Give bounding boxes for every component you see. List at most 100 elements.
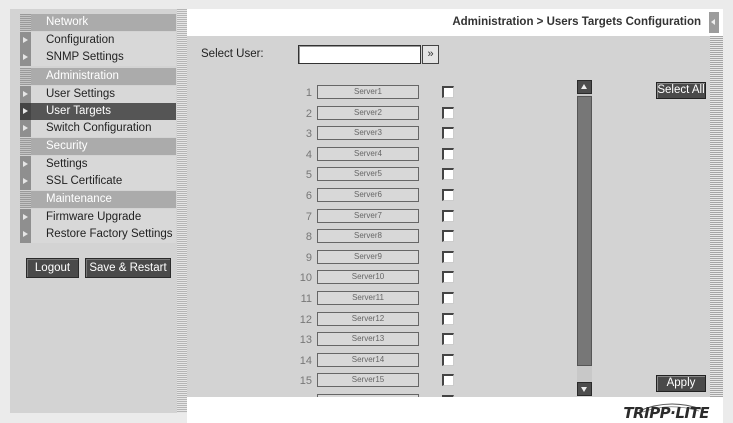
arrow-right-icon bbox=[20, 31, 31, 49]
sidebar-section-title: Network bbox=[46, 16, 89, 28]
arrow-right-icon bbox=[20, 85, 31, 103]
sidebar-item-switch-configuration[interactable]: Switch Configuration bbox=[20, 119, 176, 137]
server-row: 4 Server4 bbox=[187, 146, 487, 166]
server-number: 13 bbox=[299, 334, 312, 347]
sidebar-section-security: Security bbox=[20, 138, 176, 155]
server-row: 3 Server3 bbox=[187, 125, 487, 145]
server-name-field: Server4 bbox=[317, 146, 419, 161]
sidebar-item-restore-factory-settings[interactable]: Restore Factory Settings bbox=[20, 225, 176, 243]
sidebar-item-label: Firmware Upgrade bbox=[46, 210, 142, 223]
server-row: 8 Server8 bbox=[187, 228, 487, 248]
sidebar-item-snmp-settings[interactable]: SNMP Settings bbox=[20, 48, 176, 66]
sidebar: Network Configuration SNMP Settings Adminis… bbox=[10, 9, 187, 413]
sidebar-item-label: Configuration bbox=[46, 33, 115, 46]
main-panel: Select User: » 1 Server1 2 Server2 3 Server3 4… bbox=[187, 36, 723, 397]
server-number: 1 bbox=[305, 87, 312, 99]
select-user-input[interactable] bbox=[298, 45, 421, 64]
sidebar-item-label: User Targets bbox=[46, 104, 111, 117]
server-row: 1 Server1 bbox=[187, 84, 487, 104]
sidebar-border bbox=[177, 9, 187, 413]
server-row: 15 Server15 bbox=[187, 372, 487, 392]
server-row: 13 Server13 bbox=[187, 331, 487, 351]
server-access-checkbox[interactable] bbox=[442, 209, 454, 222]
server-access-checkbox[interactable] bbox=[442, 230, 454, 243]
server-row: 7 Server7 bbox=[187, 208, 487, 228]
sidebar-item-user-targets[interactable]: User Targets bbox=[20, 102, 176, 120]
server-access-checkbox[interactable] bbox=[442, 127, 454, 140]
section-grip-icon bbox=[20, 68, 31, 85]
server-name-field: Server15 bbox=[317, 373, 419, 388]
arrow-right-icon bbox=[20, 119, 31, 137]
sidebar-item-label: Switch Configuration bbox=[46, 121, 152, 134]
footer: TRIPP·LITE bbox=[187, 397, 723, 423]
breadcrumb: Administration > Users Targets Configura… bbox=[452, 16, 701, 28]
logo-text: TRIPP·LITE bbox=[623, 404, 709, 422]
server-access-checkbox[interactable] bbox=[442, 292, 454, 304]
server-access-checkbox[interactable] bbox=[442, 353, 454, 366]
server-name-field: Server7 bbox=[317, 208, 419, 223]
sidebar-item-settings[interactable]: Settings bbox=[20, 155, 176, 173]
sidebar-item-label: User Settings bbox=[46, 87, 116, 100]
server-number: 15 bbox=[299, 375, 312, 388]
server-access-checkbox[interactable] bbox=[442, 250, 454, 263]
server-list-scrollbar[interactable] bbox=[577, 80, 592, 396]
tripp-lite-logo: TRIPP·LITE bbox=[619, 400, 709, 422]
server-access-checkbox[interactable] bbox=[442, 189, 454, 201]
server-name-field: Server5 bbox=[317, 167, 419, 182]
logout-button[interactable]: Logout bbox=[26, 258, 79, 278]
server-row: 9 Server9 bbox=[187, 249, 487, 269]
server-number: 9 bbox=[305, 251, 312, 264]
server-access-checkbox[interactable] bbox=[442, 271, 454, 284]
collapse-arrow-icon[interactable] bbox=[709, 12, 719, 33]
sidebar-section-network: Network bbox=[20, 14, 176, 31]
scroll-down-arrow-icon[interactable] bbox=[577, 382, 592, 396]
select-user-go-button[interactable]: » bbox=[422, 45, 439, 64]
server-number: 12 bbox=[299, 313, 312, 326]
sidebar-item-label: SNMP Settings bbox=[46, 50, 124, 63]
server-row: 11 Server11 bbox=[187, 290, 487, 310]
arrow-right-icon bbox=[20, 208, 31, 226]
server-number: 5 bbox=[305, 169, 312, 182]
save-restart-button[interactable]: Save & Restart bbox=[85, 258, 171, 278]
server-row: 10 Server10 bbox=[187, 269, 487, 289]
sidebar-item-configuration[interactable]: Configuration bbox=[20, 31, 176, 49]
server-number: 2 bbox=[305, 107, 312, 120]
server-row: 14 Server14 bbox=[187, 352, 487, 372]
sidebar-section-title: Security bbox=[46, 140, 88, 152]
server-row: 5 Server5 bbox=[187, 166, 487, 186]
server-access-checkbox[interactable] bbox=[442, 86, 454, 98]
server-name-field: Server9 bbox=[317, 249, 419, 264]
server-name-field: Server13 bbox=[317, 332, 419, 347]
server-name-field: Server2 bbox=[317, 105, 419, 120]
scrollbar-thumb[interactable] bbox=[577, 96, 592, 366]
server-name-field: Server3 bbox=[317, 126, 419, 141]
server-number: 14 bbox=[299, 354, 312, 367]
server-name-field: Server12 bbox=[317, 311, 419, 326]
sidebar-item-firmware-upgrade[interactable]: Firmware Upgrade bbox=[20, 208, 176, 226]
apply-button[interactable]: Apply bbox=[656, 375, 706, 392]
section-grip-icon bbox=[20, 138, 31, 155]
sidebar-section-title: Maintenance bbox=[46, 193, 112, 205]
server-access-checkbox[interactable] bbox=[442, 147, 454, 160]
server-access-checkbox[interactable] bbox=[442, 168, 454, 181]
sidebar-item-user-settings[interactable]: User Settings bbox=[20, 85, 176, 103]
server-name-field: Server14 bbox=[317, 352, 419, 367]
server-row: 2 Server2 bbox=[187, 105, 487, 125]
server-number: 10 bbox=[299, 272, 312, 285]
server-number: 4 bbox=[305, 148, 312, 161]
select-all-button[interactable]: Select All bbox=[656, 82, 706, 99]
scroll-up-arrow-icon[interactable] bbox=[577, 80, 592, 94]
sidebar-item-ssl-certificate[interactable]: SSL Certificate bbox=[20, 172, 176, 190]
sidebar-section-administration: Administration bbox=[20, 68, 176, 85]
arrow-right-icon bbox=[20, 172, 31, 190]
server-access-checkbox[interactable] bbox=[442, 312, 454, 325]
server-number: 11 bbox=[300, 293, 312, 305]
server-name-field: Server11 bbox=[317, 291, 419, 305]
server-access-checkbox[interactable] bbox=[442, 333, 454, 346]
server-access-checkbox[interactable] bbox=[442, 374, 454, 387]
server-list: 1 Server1 2 Server2 3 Server3 4 Server4 5 Server5… bbox=[187, 84, 587, 397]
server-access-checkbox[interactable] bbox=[442, 106, 454, 119]
title-bar: Administration > Users Targets Configura… bbox=[187, 9, 723, 36]
sidebar-item-label: SSL Certificate bbox=[46, 174, 123, 187]
sidebar-section-title: Administration bbox=[46, 70, 119, 82]
